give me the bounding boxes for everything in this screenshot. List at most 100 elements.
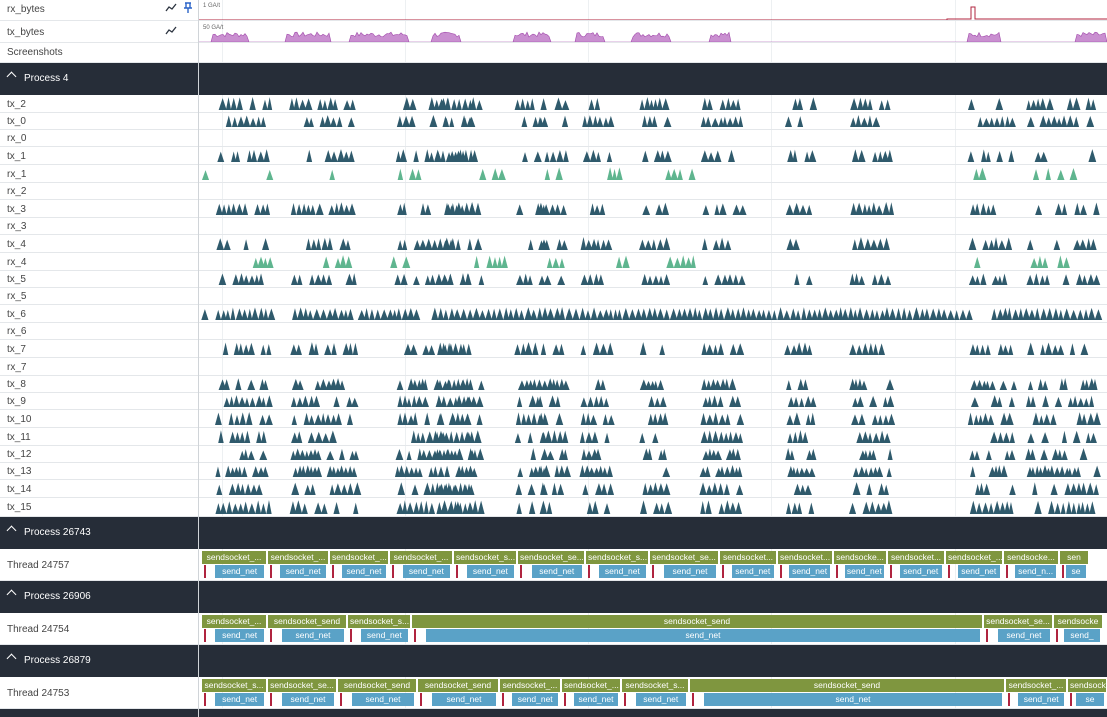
slice-sendsocket[interactable]: sendsocket_send (418, 679, 498, 692)
slice-sendsocket[interactable]: sendsocket_send (268, 615, 346, 628)
slice-send-net[interactable]: send_net (531, 565, 582, 578)
track-row-tx-14[interactable]: tx_14 (0, 480, 1107, 498)
slice-send-net[interactable]: send_n... (1015, 565, 1056, 578)
track-row-tx-0[interactable]: tx_0 (0, 113, 1107, 130)
slice-sendsocket[interactable]: sendsocket_... (500, 679, 560, 692)
process-header[interactable]: Process 26906 (0, 581, 1107, 613)
slice-send-net[interactable]: send_ (1064, 629, 1100, 642)
track-row-tx-1[interactable]: tx_1 (0, 147, 1107, 165)
thread-row[interactable]: Thread 24757 sendsocket_... send_net sendso… (0, 549, 1107, 581)
slice-sendsocket[interactable]: sendsocket_... (946, 551, 1002, 564)
slice-send-net[interactable]: send_net (998, 629, 1050, 642)
track-row-tx-15[interactable]: tx_15 (0, 498, 1107, 517)
slice-send-net[interactable]: send_net (402, 565, 450, 578)
slice-send-net[interactable]: send_net (282, 629, 344, 642)
chevron-up-icon[interactable] (6, 653, 17, 664)
slice-sendsocket[interactable]: sendsocke... (1004, 551, 1058, 564)
slice-sendsocket[interactable]: sendsocket_send (690, 679, 1004, 692)
track-divider[interactable] (198, 0, 199, 717)
track-row-rx-6[interactable]: rx_6 (0, 323, 1107, 340)
slice-send-net[interactable]: send_net (731, 565, 774, 578)
track-row-tx-9[interactable]: tx_9 (0, 393, 1107, 410)
slice-sendsocket[interactable]: sendsocket_se... (268, 679, 336, 692)
slice-send-net[interactable]: send_net (426, 629, 980, 642)
slice-sendsocket[interactable]: sendsocket_send (338, 679, 416, 692)
slice-sendsocket[interactable]: sendsocket_send (412, 615, 982, 628)
track-row-tx-12[interactable]: tx_12 (0, 446, 1107, 463)
slice-sendsocket[interactable]: sendsocket_se... (984, 615, 1052, 628)
slice-sendsocket[interactable]: sendsocke (1068, 679, 1106, 692)
slice-send-net[interactable]: send_net (844, 565, 884, 578)
track-row-tx-8[interactable]: tx_8 (0, 376, 1107, 393)
track-row-tx-4[interactable]: tx_4 (0, 235, 1107, 253)
track-row-rx-0[interactable]: rx_0 (0, 130, 1107, 147)
slice-sendsocket[interactable]: sendsocket_... (268, 551, 328, 564)
track-row-tx-3[interactable]: tx_3 (0, 200, 1107, 218)
thread-row[interactable]: Thread 24753 sendsocket_s... send_net sends… (0, 677, 1107, 709)
slice-sendsocket[interactable]: sendsocket_se... (518, 551, 584, 564)
slice-send-net[interactable]: send_net (360, 629, 408, 642)
slice-send-net[interactable]: send_net (598, 565, 646, 578)
slice-send-net[interactable]: send_net (352, 693, 414, 706)
track-row-rx-4[interactable]: rx_4 (0, 253, 1107, 271)
slice-send-net[interactable]: send_net (635, 693, 686, 706)
slice-send-net[interactable]: send_net (342, 565, 386, 578)
slice-sendsocket[interactable]: sendsocket... (778, 551, 832, 564)
chart-line-icon[interactable] (165, 2, 177, 17)
track-row-tx-6[interactable]: tx_6 (0, 305, 1107, 323)
slice-sendsocket[interactable]: sendsocke (1054, 615, 1102, 628)
thread-row[interactable]: Thread 24754 sendsocket_... send_net sendso… (0, 613, 1107, 645)
slice-sendsocket[interactable]: sendsocket_... (330, 551, 388, 564)
slice-sendsocket[interactable]: sendsocket_... (202, 615, 266, 628)
track-row-rx-3[interactable]: rx_3 (0, 218, 1107, 235)
slice-send-net[interactable]: send_net (664, 565, 716, 578)
slice-sendsocket[interactable]: sendsocket_s... (454, 551, 516, 564)
chevron-up-icon[interactable] (6, 71, 17, 82)
slice-sendsocket[interactable]: sendsocket_s... (202, 679, 266, 692)
slice-sendsocket[interactable]: sendsocket_... (562, 679, 620, 692)
slice-sendsocket[interactable]: sendsocket_se... (650, 551, 718, 564)
process-header[interactable]: Process 26879 (0, 645, 1107, 677)
chevron-up-icon[interactable] (6, 589, 17, 600)
slice-sendsocket[interactable]: sendsocket_s... (622, 679, 688, 692)
chart-line-icon[interactable] (165, 25, 177, 40)
slice-send-net[interactable]: send_net (282, 693, 334, 706)
slice-send-net[interactable]: send_net (957, 565, 1000, 578)
slice-send-net[interactable]: send_net (789, 565, 830, 578)
slice-send-net[interactable]: se (1066, 565, 1086, 578)
pin-icon[interactable] (183, 2, 193, 17)
track-row-rx-1[interactable]: rx_1 (0, 165, 1107, 183)
slice-send-net[interactable]: send_net (280, 565, 326, 578)
slice-sendsocket[interactable]: sendsocket_s... (586, 551, 648, 564)
chevron-up-icon[interactable] (6, 525, 17, 536)
slice-send-net[interactable]: send_net (574, 693, 618, 706)
slice-send-net[interactable]: send_net (432, 693, 496, 706)
slice-sendsocket[interactable]: sendsocket_... (202, 551, 266, 564)
slice-send-net[interactable]: send_net (466, 565, 514, 578)
slice-send-net[interactable]: se (1076, 693, 1104, 706)
slice-send-net[interactable]: send_net (704, 693, 1002, 706)
track-row-rx-7[interactable]: rx_7 (0, 358, 1107, 376)
track-row-tx-5[interactable]: tx_5 (0, 271, 1107, 288)
slice-sendsocket[interactable]: sendsocket... (720, 551, 776, 564)
process-header[interactable]: Process 26743 (0, 517, 1107, 549)
track-row-tx-10[interactable]: tx_10 (0, 410, 1107, 428)
slice-sendsocket[interactable]: sen (1060, 551, 1088, 564)
slice-send-net[interactable]: send_net (899, 565, 942, 578)
track-row-tx-7[interactable]: tx_7 (0, 340, 1107, 358)
process-header-partial[interactable] (0, 709, 1107, 717)
slice-sendsocket[interactable]: sendsocket... (888, 551, 944, 564)
slice-send-net[interactable]: send_net (215, 565, 264, 578)
slice-sendsocket[interactable]: sendsocket_... (1006, 679, 1066, 692)
track-row-rx-2[interactable]: rx_2 (0, 183, 1107, 200)
track-row-tx-13[interactable]: tx_13 (0, 463, 1107, 480)
track-row-tx-11[interactable]: tx_11 (0, 428, 1107, 446)
slice-sendsocket[interactable]: sendsocket_s... (348, 615, 410, 628)
track-row-rx-5[interactable]: rx_5 (0, 288, 1107, 305)
slice-send-net[interactable]: send_net (215, 693, 264, 706)
slice-sendsocket[interactable]: sendsocket_... (390, 551, 452, 564)
process-header-4[interactable]: Process 4 (0, 63, 1107, 95)
slice-send-net[interactable]: send_net (1018, 693, 1064, 706)
slice-send-net[interactable]: send_net (512, 693, 558, 706)
track-row-tx-2[interactable]: tx_2 (0, 95, 1107, 113)
